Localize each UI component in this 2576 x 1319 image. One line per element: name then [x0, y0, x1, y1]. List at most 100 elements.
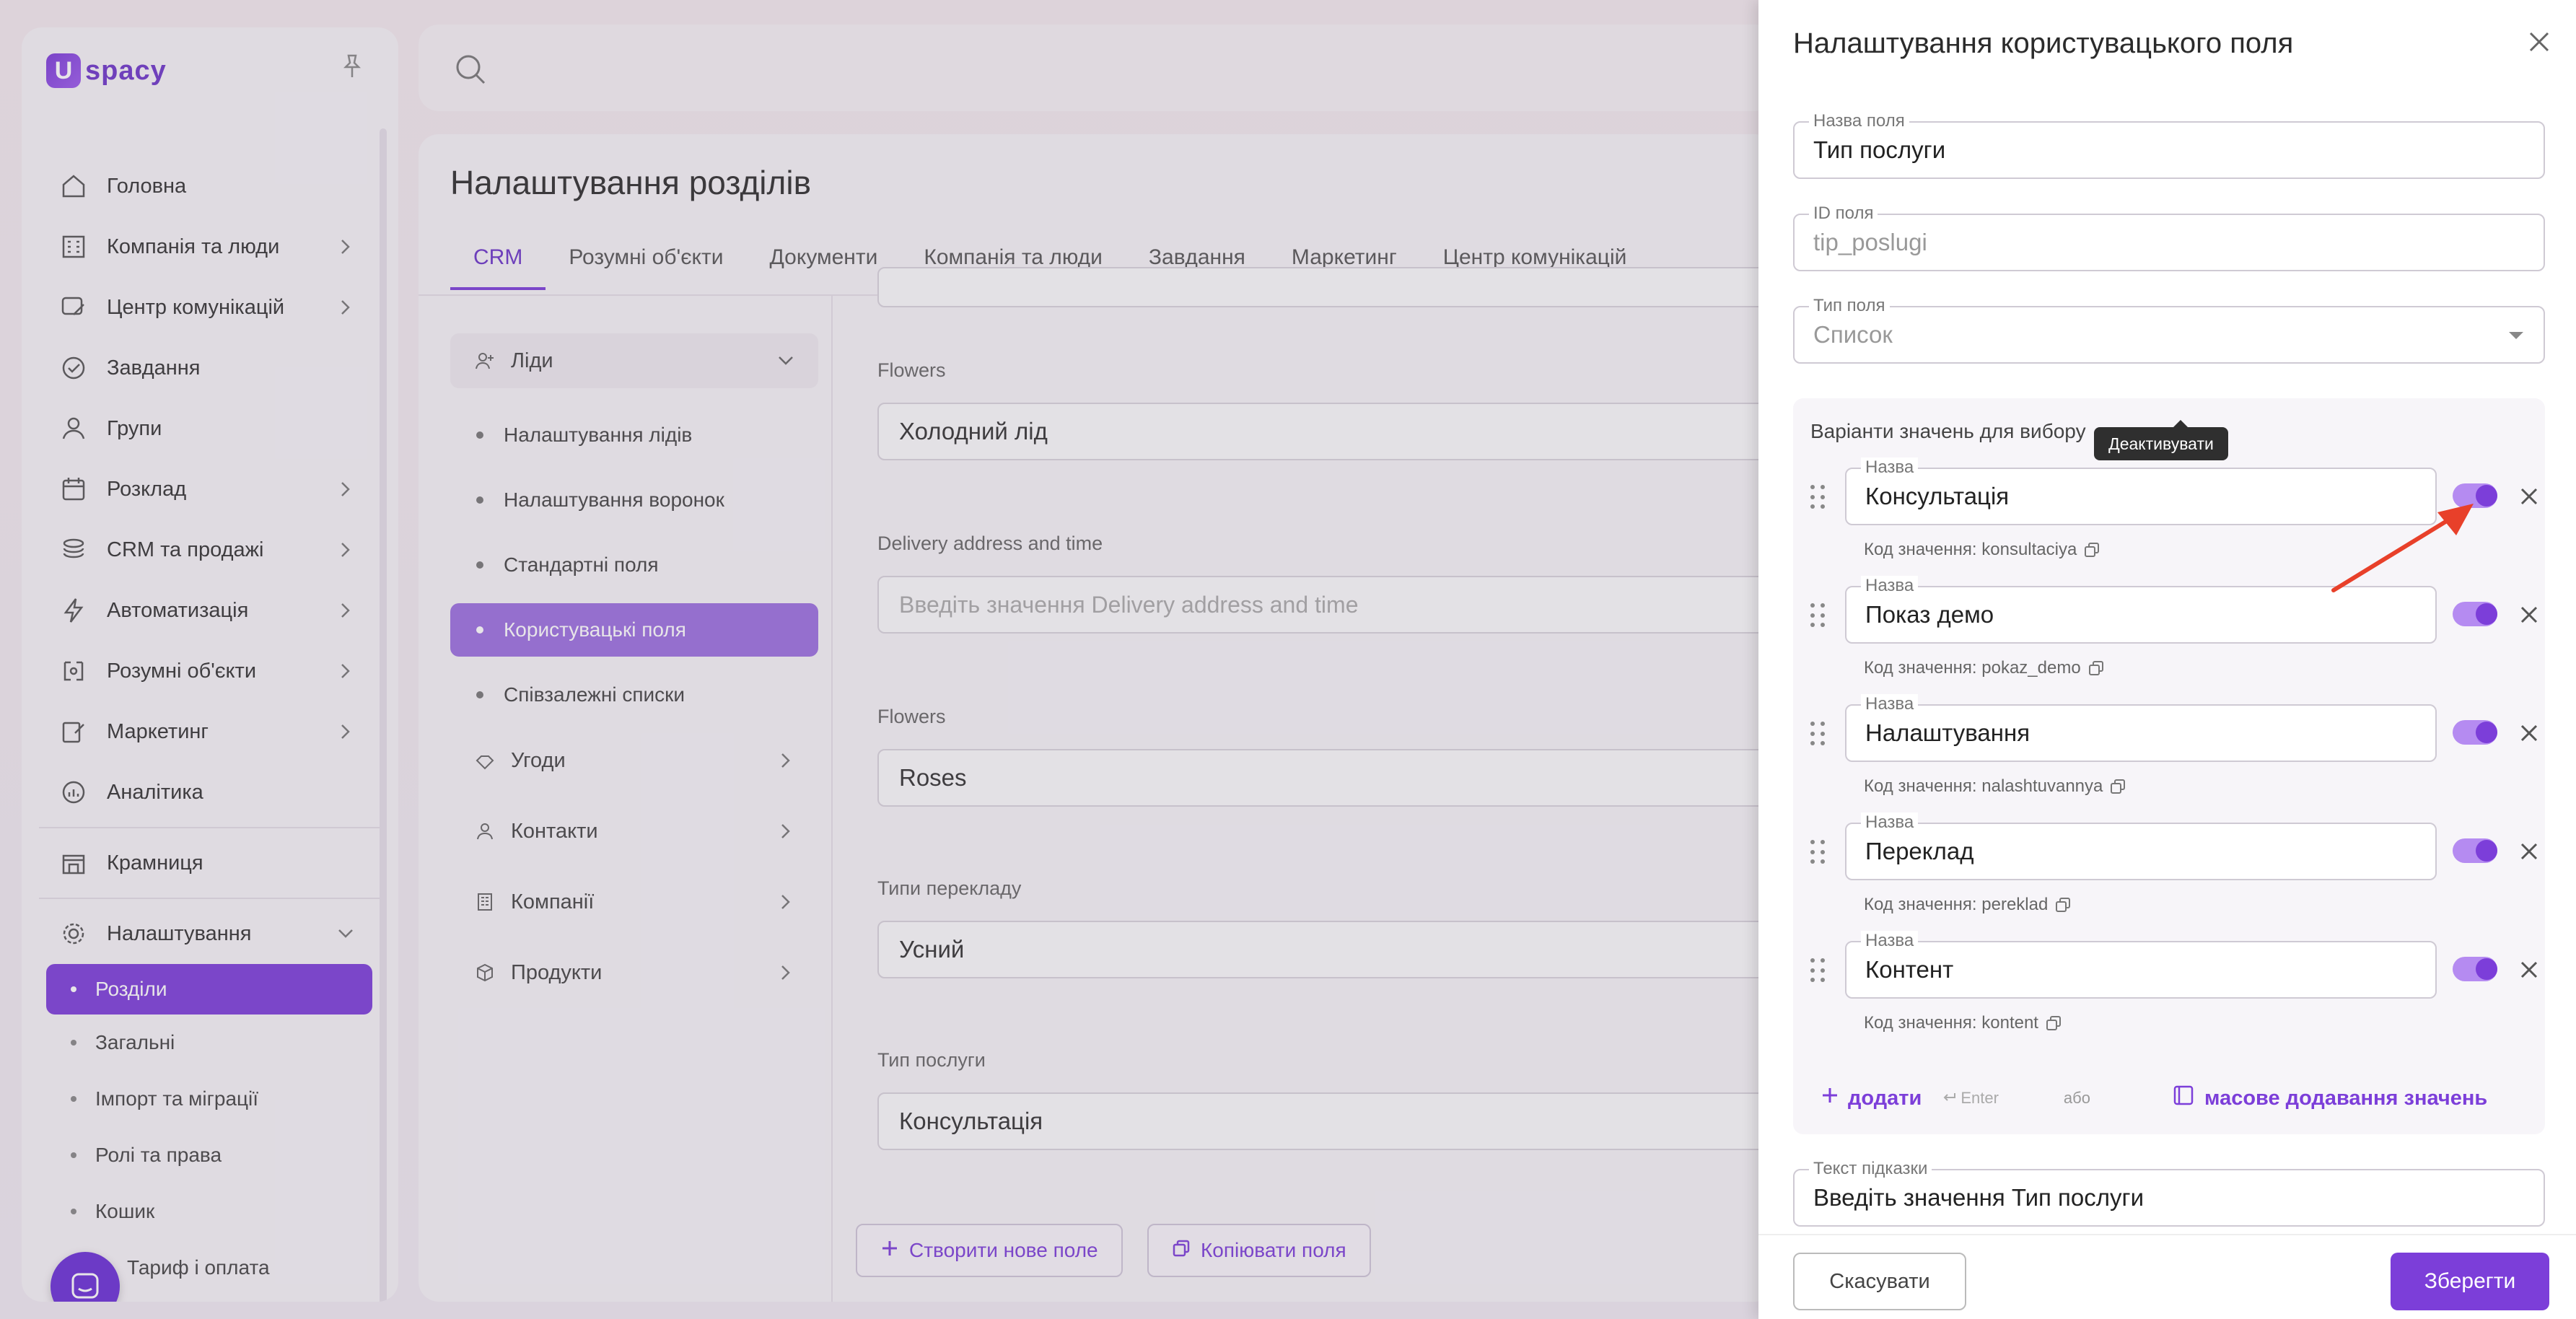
sidebar-item[interactable]: Маркетинг [22, 701, 397, 762]
create-field-button[interactable]: Створити нове поле [856, 1224, 1123, 1277]
variant-active-toggle[interactable] [2453, 720, 2497, 745]
or-label: або [2063, 1089, 2090, 1107]
bullet [476, 431, 483, 439]
close-icon[interactable] [2515, 837, 2544, 866]
leads-subitem[interactable]: Користувацькі поля [450, 603, 818, 657]
hint-text-input[interactable]: Текст підказки Введіть значення Тип посл… [1793, 1159, 2545, 1227]
toggle-knob [2476, 840, 2497, 862]
copy-icon[interactable] [2055, 897, 2071, 913]
logo-text: spacy [85, 55, 167, 86]
field-input[interactable]: Консультація [877, 1092, 1775, 1150]
variant-code: Код значення: kontent [1864, 1013, 2062, 1033]
drag-handle-icon[interactable] [1810, 955, 1828, 984]
add-value-button[interactable]: додати [1821, 1086, 1922, 1110]
search-icon[interactable] [453, 52, 488, 87]
tab-item[interactable]: Розумні об'єкти [546, 242, 746, 287]
sidebar-item[interactable]: Завдання [22, 338, 397, 398]
sidebar-item[interactable]: Головна [22, 156, 397, 216]
variant-active-toggle[interactable] [2453, 602, 2497, 626]
toggle-knob [2476, 603, 2497, 625]
mass-add-button[interactable]: масове додавання значень [2173, 1084, 2487, 1112]
code-value: pereklad [1981, 895, 2049, 914]
bolt-icon [56, 593, 91, 628]
variant-legend: Назва [1861, 576, 1919, 596]
leads-subitem[interactable]: Стандартні поля [450, 533, 818, 597]
drag-dot [1810, 494, 1815, 499]
plus-icon [1821, 1086, 1839, 1110]
caret-down-icon [2509, 332, 2523, 339]
copy-icon[interactable] [2110, 779, 2126, 794]
variant-name-input[interactable]: Назва Контент [1845, 931, 2437, 999]
settings-subitem[interactable]: Розділи [46, 964, 372, 1015]
drag-dot [1821, 731, 1825, 736]
calendar-icon [56, 472, 91, 507]
hint-text-legend: Текст підказки [1809, 1159, 1932, 1179]
drag-handle-icon[interactable] [1810, 837, 1828, 866]
settings-subitem[interactable]: Кошик [22, 1183, 397, 1240]
leads-subitem[interactable]: Співзалежні списки [450, 662, 818, 727]
chevron-right-icon [335, 236, 356, 258]
sidebar-item-store[interactable]: Крамниця [22, 833, 397, 893]
sidebar-item[interactable]: Центр комунікацій [22, 277, 397, 338]
sidebar-item[interactable]: CRM та продажі [22, 520, 397, 580]
sidebar-item[interactable]: Розклад [22, 459, 397, 520]
code-prefix: Код значення: [1864, 1013, 1982, 1033]
sidebar-item[interactable]: Компанія та люди [22, 216, 397, 277]
tab-item[interactable]: CRM [450, 242, 546, 290]
variant-active-toggle[interactable] [2453, 838, 2497, 863]
settings-subitem[interactable]: Імпорт та міграції [22, 1071, 397, 1127]
drag-dot [1821, 613, 1825, 618]
handshake-icon [472, 748, 498, 774]
sidebar-item[interactable]: Аналітика [22, 762, 397, 823]
field-name-input[interactable]: Назва поля Тип послуги [1793, 111, 2545, 179]
bullet [71, 1209, 76, 1214]
settings-subitem[interactable]: Загальні [22, 1015, 397, 1071]
field-id-input: ID поля tip_poslugi [1793, 203, 2545, 271]
leads-subitem-label: Користувацькі поля [504, 618, 686, 641]
drag-handle-icon[interactable] [1810, 600, 1828, 629]
field-input[interactable]: Roses [877, 749, 1775, 807]
leads-subitem[interactable]: Налаштування лідів [450, 403, 818, 468]
close-icon[interactable] [2515, 955, 2544, 984]
sidebar-item[interactable]: Автоматизація [22, 580, 397, 641]
copy-fields-button[interactable]: Копіювати поля [1147, 1224, 1371, 1277]
sidebar-item[interactable]: Групи [22, 398, 397, 459]
bullet [476, 691, 483, 698]
leads-subitem[interactable]: Налаштування воронок [450, 468, 818, 533]
close-icon[interactable] [2515, 600, 2544, 629]
field-input[interactable]: Усний [877, 921, 1775, 978]
variant-name-input[interactable]: Назва Переклад [1845, 812, 2437, 880]
menu-group[interactable]: Компанії [450, 875, 818, 929]
sidebar-item-settings[interactable]: Налаштування [22, 903, 397, 964]
pin-icon[interactable] [338, 52, 367, 81]
close-icon[interactable] [2515, 482, 2544, 511]
variant-name: Переклад [1865, 838, 1974, 864]
drag-handle-icon[interactable] [1810, 482, 1828, 511]
field-input[interactable]: Холодний лід [877, 403, 1775, 460]
menu-group-leads[interactable]: Ліди [450, 333, 818, 388]
close-icon[interactable] [2525, 27, 2554, 56]
logo[interactable]: U spacy [46, 49, 167, 92]
chevron-right-icon [335, 721, 356, 742]
cancel-button[interactable]: Скасувати [1793, 1253, 1966, 1310]
settings-subitem[interactable]: Ролі та права [22, 1127, 397, 1183]
drag-handle-icon[interactable] [1810, 719, 1828, 748]
sidebar-item-label: Центр комунікацій [107, 295, 285, 319]
menu-group[interactable]: Продукти [450, 945, 818, 1000]
mass-add-label: масове додавання значень [2204, 1086, 2488, 1110]
menu-group[interactable]: Угоди [450, 733, 818, 788]
crm-left-menu: Ліди Налаштування лідів Налаштування воро… [450, 333, 818, 1016]
sidebar-item[interactable]: Розумні об'єкти [22, 641, 397, 701]
menu-group[interactable]: Контакти [450, 804, 818, 859]
sidebar-divider [39, 898, 380, 899]
copy-icon[interactable] [2088, 660, 2104, 676]
copy-icon[interactable] [2084, 542, 2100, 558]
code-text: Код значення: kontent [1864, 1013, 2038, 1033]
save-button[interactable]: Зберегти [2391, 1253, 2549, 1310]
copy-icon[interactable] [2046, 1015, 2062, 1031]
drag-dot [1810, 741, 1815, 746]
variant-name-input[interactable]: Назва Налаштування [1845, 694, 2437, 762]
close-icon[interactable] [2515, 719, 2544, 748]
field-input[interactable]: Введіть значення Delivery address and ti… [877, 576, 1775, 634]
variant-active-toggle[interactable] [2453, 957, 2497, 981]
